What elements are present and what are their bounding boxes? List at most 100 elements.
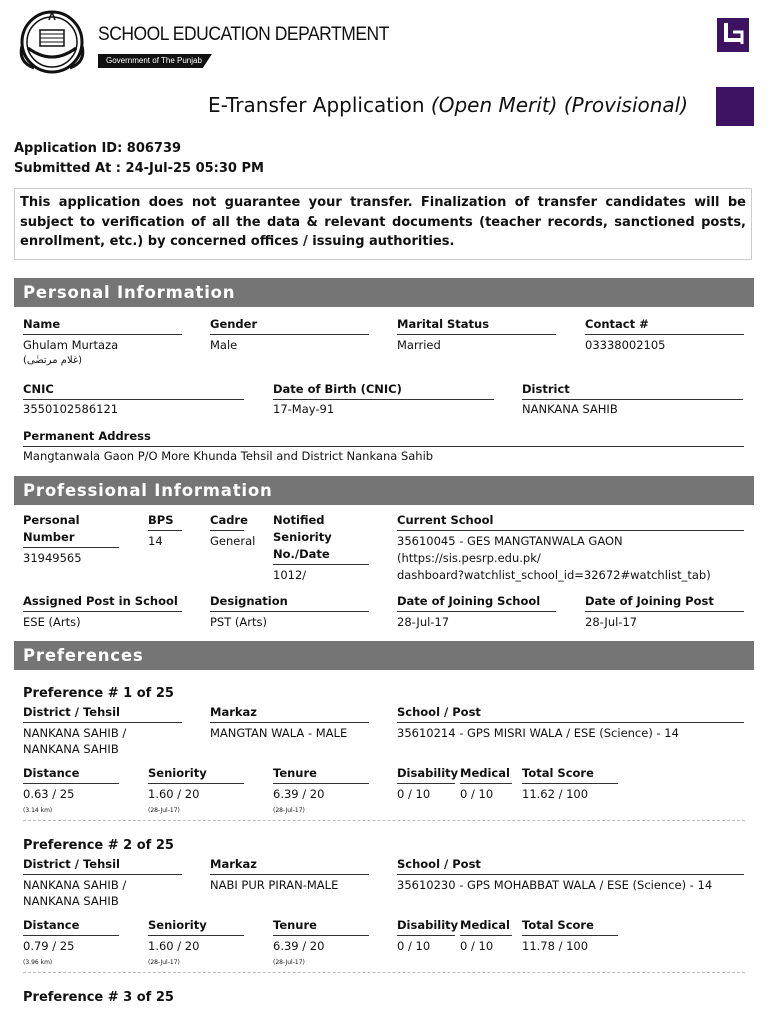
- personal-number-value: 31949565: [23, 551, 82, 565]
- district-label: District: [522, 381, 743, 400]
- designation-value: PST (Arts): [210, 615, 267, 629]
- pref-distance-km: (3.14 km): [23, 807, 53, 814]
- pref-distance-value: 0.63 / 25: [23, 787, 75, 801]
- name-urdu-value: (غلام مرتضٰی): [23, 355, 83, 366]
- pref-seniority-label: Seniority: [148, 765, 244, 784]
- preference-divider: [23, 820, 745, 821]
- pref-medical-label: Medical: [460, 765, 512, 784]
- pref-school-label: School / Post: [397, 704, 744, 723]
- pref-medical-value: 0 / 10: [460, 787, 494, 801]
- seniority-label-2: Seniority: [273, 530, 332, 544]
- current-school-link-1[interactable]: (https://sis.pesrp.edu.pk/: [397, 550, 541, 567]
- brand-square-icon: [716, 87, 754, 126]
- current-school-link-2[interactable]: dashboard?watchlist_school_id=32672#watc…: [397, 567, 711, 584]
- section-professional-information: Professional Information: [14, 476, 754, 505]
- cnic-label: CNIC: [23, 381, 244, 400]
- pref-tenure-label: Tenure: [273, 917, 369, 936]
- pref-tenure-value: 6.39 / 20: [273, 787, 325, 801]
- pref-tenure-label: Tenure: [273, 765, 369, 784]
- disclaimer-notice: This application does not guarantee your…: [14, 188, 752, 260]
- permanent-address-value: Mangtanwala Gaon P/O More Khunda Tehsil …: [23, 449, 434, 463]
- page-title: E-Transfer Application (Open Merit) (Pro…: [208, 93, 688, 117]
- pref-district-label: District / Tehsil: [23, 856, 182, 875]
- assigned-post-label: Assigned Post in School: [23, 593, 182, 612]
- pref-disability-value: 0 / 10: [397, 939, 431, 953]
- pref-district-value: NANKANA SAHIB /: [23, 878, 127, 892]
- brand-logo-icon[interactable]: [717, 18, 749, 52]
- pref-district-value: NANKANA SAHIB /: [23, 726, 127, 740]
- preference-heading: Preference # 2 of 25: [23, 838, 174, 853]
- designation-label: Designation: [210, 593, 369, 612]
- pref-markaz-value: NABI PUR PIRAN-MALE: [210, 878, 339, 892]
- doj-school-label: Date of Joining School: [397, 593, 556, 612]
- pref-distance-value: 0.79 / 25: [23, 939, 75, 953]
- pref-seniority-date: (28-Jul-17): [148, 959, 180, 966]
- pref-markaz-label: Markaz: [210, 704, 369, 723]
- pref-tenure-value: 6.39 / 20: [273, 939, 325, 953]
- application-id: Application ID: 806739: [14, 141, 182, 156]
- pref-medical-value: 0 / 10: [460, 939, 494, 953]
- personal-number-label-1: Personal: [23, 513, 80, 527]
- marital-status-value: Married: [397, 338, 441, 352]
- page-title-qualifier: (Open Merit) (Provisional): [430, 93, 689, 117]
- gender-label: Gender: [210, 316, 369, 335]
- gender-value: Male: [210, 338, 238, 352]
- pref-tenure-date: (28-Jul-17): [273, 807, 305, 814]
- pref-school-value: 35610230 - GPS MOHABBAT WALA / ESE (Scie…: [397, 878, 713, 892]
- page-title-main: E-Transfer Application: [208, 93, 425, 117]
- government-label: Government of The Punjab: [98, 54, 212, 68]
- doj-post-value: 28-Jul-17: [585, 615, 638, 629]
- seniority-label-3: No./Date: [273, 546, 369, 565]
- seniority-value: 1012/: [273, 568, 307, 582]
- pref-tenure-date: (28-Jul-17): [273, 959, 305, 966]
- permanent-address-label: Permanent Address: [23, 428, 744, 447]
- pref-seniority-value: 1.60 / 20: [148, 939, 200, 953]
- dob-value: 17-May-91: [273, 402, 335, 416]
- pref-total-score-label: Total Score: [522, 765, 618, 784]
- preference-heading: Preference # 1 of 25: [23, 686, 174, 701]
- pref-tehsil-value: NANKANA SAHIB: [23, 894, 119, 908]
- pref-disability-label: Disability: [397, 765, 458, 784]
- bps-label: BPS: [148, 512, 182, 531]
- district-value: NANKANA SAHIB: [522, 402, 618, 416]
- pref-total-score-label: Total Score: [522, 917, 618, 936]
- cnic-value: 3550102586121: [23, 402, 119, 416]
- pref-seniority-date: (28-Jul-17): [148, 807, 180, 814]
- pref-district-label: District / Tehsil: [23, 704, 182, 723]
- pref-disability-value: 0 / 10: [397, 787, 431, 801]
- cadre-value: General: [210, 534, 256, 548]
- marital-status-label: Marital Status: [397, 316, 556, 335]
- current-school-value: 35610045 - GES MANGTANWALA GAON: [397, 534, 623, 548]
- cadre-label: Cadre: [210, 512, 248, 531]
- section-personal-information: Personal Information: [14, 278, 754, 307]
- pref-markaz-label: Markaz: [210, 856, 369, 875]
- pref-markaz-value: MANGTAN WALA - MALE: [210, 726, 348, 740]
- name-label: Name: [23, 316, 182, 335]
- pref-disability-label: Disability: [397, 917, 458, 936]
- pref-school-label: School / Post: [397, 856, 744, 875]
- contact-label: Contact #: [585, 316, 744, 335]
- preference-heading: Preference # 3 of 25: [23, 990, 174, 1005]
- bps-value: 14: [148, 534, 163, 548]
- name-value: Ghulam Murtaza: [23, 338, 119, 352]
- pref-seniority-label: Seniority: [148, 917, 244, 936]
- current-school-label: Current School: [397, 512, 744, 531]
- pref-tehsil-value: NANKANA SAHIB: [23, 742, 119, 756]
- punjab-emblem-logo: [14, 4, 90, 76]
- preference-divider: [23, 972, 745, 973]
- seniority-label-1: Notified: [273, 513, 325, 527]
- personal-number-label-2: Number: [23, 529, 119, 548]
- pref-seniority-value: 1.60 / 20: [148, 787, 200, 801]
- submitted-at: Submitted At : 24-Jul-25 05:30 PM: [14, 161, 264, 176]
- pref-distance-label: Distance: [23, 917, 119, 936]
- contact-value: 03338002105: [585, 338, 666, 352]
- department-title: SCHOOL EDUCATION DEPARTMENT: [98, 24, 389, 45]
- department-subtitle: Government of The Punjab: [98, 48, 212, 68]
- pref-school-value: 35610214 - GPS MISRI WALA / ESE (Science…: [397, 726, 679, 740]
- assigned-post-value: ESE (Arts): [23, 615, 81, 629]
- doj-school-value: 28-Jul-17: [397, 615, 450, 629]
- dob-label: Date of Birth (CNIC): [273, 381, 494, 400]
- doj-post-label: Date of Joining Post: [585, 593, 744, 612]
- pref-distance-label: Distance: [23, 765, 119, 784]
- pref-total-score-value: 11.62 / 100: [522, 787, 589, 801]
